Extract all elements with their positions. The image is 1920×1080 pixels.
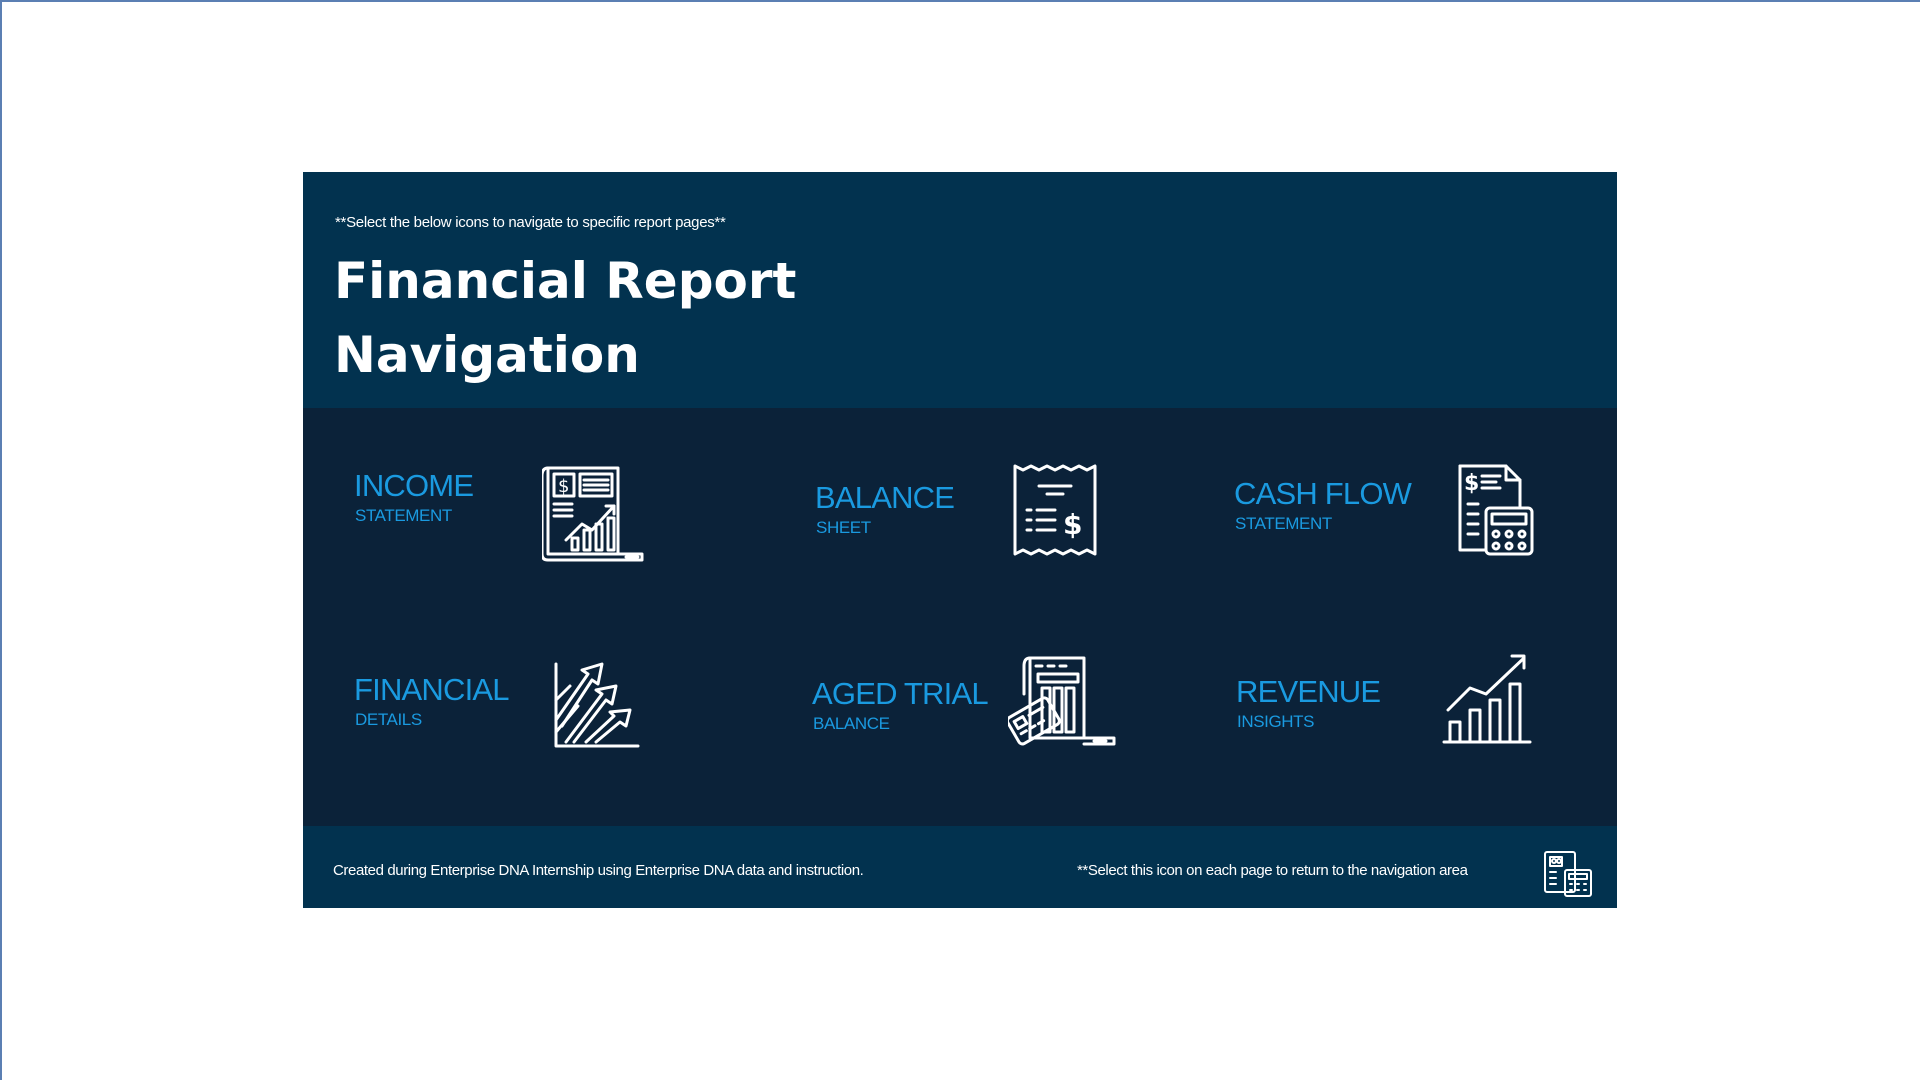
tile-title: REVENUE [1236, 674, 1381, 709]
tile-subtitle: BALANCE [813, 714, 890, 733]
tile-title: BALANCE [815, 480, 955, 515]
tile-title: AGED TRIAL [812, 676, 989, 711]
svg-text:$: $ [1063, 508, 1082, 541]
credit-text: Created during Enterprise DNA Internship… [333, 862, 864, 879]
svg-text:$: $ [1464, 471, 1479, 496]
nav-tile-income-statement[interactable]: INCOME STATEMENT $ [354, 466, 644, 578]
page-title-line-2: Navigation [334, 326, 640, 384]
tile-subtitle: INSIGHTS [1237, 712, 1315, 731]
page-title: Financial Report Navigation [334, 244, 974, 392]
home-navigation-icon[interactable] [1543, 850, 1595, 903]
home-hint-text: **Select this icon on each page to retur… [1077, 862, 1468, 879]
window-border-top [0, 0, 1920, 2]
tile-subtitle: SHEET [816, 518, 871, 537]
receipt-dollar-icon[interactable]: $ [1011, 462, 1099, 558]
tile-subtitle: STATEMENT [355, 506, 452, 525]
nav-tile-aged-trial-balance[interactable]: AGED TRIAL BALANCE [812, 656, 1152, 786]
page-title-line-1: Financial Report [334, 252, 797, 310]
tile-subtitle: STATEMENT [1235, 514, 1332, 533]
panel-footer: Created during Enterprise DNA Internship… [303, 826, 1617, 908]
bar-chart-trend-icon[interactable] [1442, 650, 1532, 746]
nav-tile-cash-flow-statement[interactable]: CASH FLOW STATEMENT $ [1234, 464, 1564, 586]
navigation-hint: **Select the below icons to navigate to … [335, 214, 726, 231]
nav-tile-revenue-insights[interactable]: REVENUE INSIGHTS [1236, 654, 1566, 784]
window-border-left [0, 0, 2, 1080]
growth-arrows-icon[interactable] [552, 660, 642, 750]
tile-title: CASH FLOW [1234, 476, 1412, 511]
navigation-panel: **Select the below icons to navigate to … [303, 172, 1617, 908]
tile-title: FINANCIAL [354, 672, 510, 707]
nav-tile-balance-sheet[interactable]: BALANCE SHEET $ [815, 464, 1105, 590]
tile-title: INCOME [354, 468, 474, 503]
navigation-grid: INCOME STATEMENT $ BALANCE SHEET $ CASH … [303, 408, 1617, 838]
tile-subtitle: DETAILS [355, 710, 422, 729]
ledger-card-icon[interactable] [1008, 654, 1118, 758]
nav-tile-financial-details[interactable]: FINANCIAL DETAILS [354, 662, 654, 782]
svg-text:$: $ [558, 476, 569, 497]
panel-header: **Select the below icons to navigate to … [303, 172, 1617, 408]
income-statement-icon[interactable]: $ [542, 464, 646, 564]
document-calculator-icon[interactable]: $ [1456, 462, 1536, 558]
